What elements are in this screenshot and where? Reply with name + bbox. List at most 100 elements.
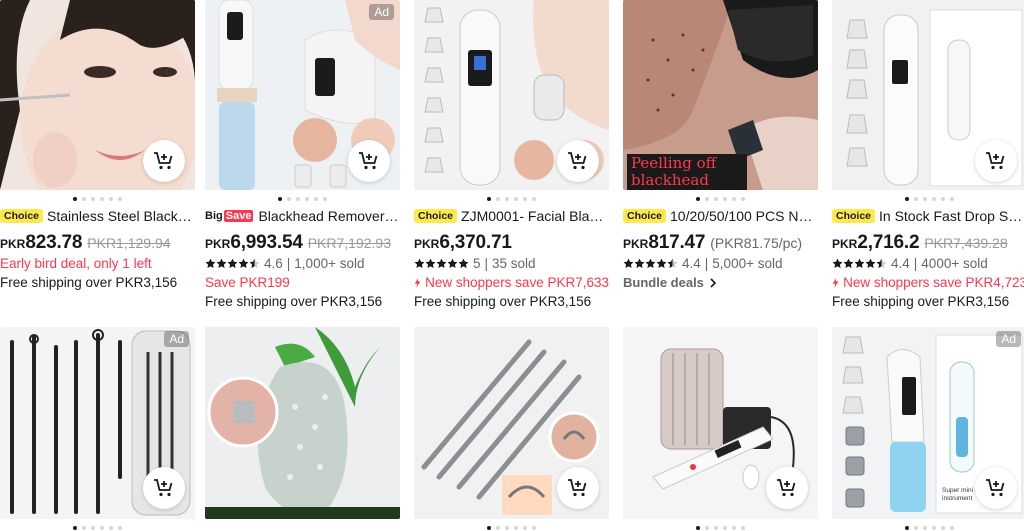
add-to-cart-button[interactable] bbox=[143, 140, 185, 182]
sold-count: 1,000+ sold bbox=[294, 256, 365, 271]
choice-badge: Choice bbox=[0, 209, 44, 223]
cart-plus-icon bbox=[986, 152, 1005, 170]
product-card[interactable]: Super mini bubble beauty instrument Ad bbox=[832, 327, 1024, 531]
image-carousel-dots[interactable] bbox=[832, 523, 1024, 531]
product-image[interactable] bbox=[623, 327, 818, 519]
star-icon bbox=[436, 258, 447, 269]
flame-icon bbox=[414, 277, 421, 288]
currency: PKR bbox=[205, 237, 231, 251]
choice-badge: Choice bbox=[832, 209, 876, 223]
star-icon bbox=[216, 258, 227, 269]
price-row: PKR 817.47 (PKR81.75/pc) bbox=[623, 232, 818, 254]
product-title-row[interactable]: Choice 10/20/50/100 PCS Nose Strips bbox=[623, 207, 818, 225]
ad-badge: Ad bbox=[164, 331, 189, 347]
star-half-icon bbox=[876, 258, 887, 269]
image-carousel-dots[interactable] bbox=[205, 194, 400, 204]
add-to-cart-button[interactable] bbox=[348, 140, 390, 182]
product-image[interactable]: Peelling off blackhead bbox=[623, 0, 818, 190]
product-image[interactable] bbox=[414, 0, 609, 190]
shipping-text: Free shipping over PKR3,156 bbox=[832, 294, 1010, 309]
product-image[interactable] bbox=[414, 327, 609, 519]
add-to-cart-button[interactable] bbox=[975, 140, 1017, 182]
product-card[interactable]: Ad BigSave Blackhead Remover Pore Vacuum… bbox=[205, 0, 400, 311]
product-title-row[interactable]: Choice In Stock Fast Drop Shipping Black… bbox=[832, 207, 1024, 225]
star-icon bbox=[854, 258, 865, 269]
product-card[interactable]: Choice Stainless Steel Blackhead Remover… bbox=[0, 0, 195, 292]
star-icon bbox=[634, 258, 645, 269]
product-card[interactable]: Choice ZJM0001- Facial Blackhead Remover… bbox=[414, 0, 609, 311]
product-card[interactable]: Ad bbox=[0, 327, 195, 531]
product-image[interactable]: Ad bbox=[205, 0, 400, 190]
cart-plus-icon bbox=[777, 479, 796, 497]
star-half-icon bbox=[667, 258, 678, 269]
image-overlay-text: Peelling off blackhead bbox=[631, 154, 717, 189]
star-icon bbox=[656, 258, 667, 269]
product-card[interactable]: Choice In Stock Fast Drop Shipping Black… bbox=[832, 0, 1024, 311]
product-image[interactable] bbox=[0, 0, 195, 190]
product-card[interactable] bbox=[205, 327, 400, 519]
star-rating bbox=[623, 258, 678, 269]
star-icon bbox=[205, 258, 216, 269]
product-card[interactable] bbox=[623, 327, 818, 531]
product-title-row[interactable]: Choice Stainless Steel Blackhead Remover… bbox=[0, 207, 195, 225]
product-image[interactable] bbox=[205, 327, 400, 519]
product-title[interactable]: Stainless Steel Blackhead Remover Needle bbox=[47, 208, 195, 224]
add-to-cart-button[interactable] bbox=[557, 467, 599, 509]
rating-row: 4.4 | 4000+ sold bbox=[832, 254, 1024, 273]
product-card[interactable] bbox=[414, 327, 609, 531]
price-row: PKR 6,370.71 bbox=[414, 232, 609, 254]
currency: PKR bbox=[832, 237, 858, 251]
shipping-text: Free shipping over PKR3,156 bbox=[0, 275, 178, 290]
image-carousel-dots[interactable] bbox=[414, 194, 609, 204]
product-image[interactable]: Ad bbox=[0, 327, 195, 519]
product-title[interactable]: ZJM0001- Facial Blackhead Remover bbox=[461, 208, 609, 224]
rating-value: 5 bbox=[473, 256, 481, 271]
add-to-cart-button[interactable] bbox=[975, 467, 1017, 509]
product-title-row[interactable]: BigSave Blackhead Remover Pore Vacuum bbox=[205, 207, 400, 225]
price-row: PKR 2,716.2 PKR7,439.28 bbox=[832, 232, 1024, 254]
image-carousel-dots[interactable] bbox=[623, 194, 818, 204]
product-card[interactable]: Peelling off blackhead Choice 10/20/50/1… bbox=[623, 0, 818, 292]
product-image[interactable] bbox=[832, 0, 1024, 190]
price: 6,993.54 bbox=[230, 232, 303, 253]
separator: | bbox=[704, 256, 709, 271]
product-title[interactable]: In Stock Fast Drop Shipping Blackhead bbox=[879, 208, 1024, 224]
product-image[interactable]: Super mini bubble beauty instrument Ad bbox=[832, 327, 1024, 519]
star-rating bbox=[832, 258, 887, 269]
product-title-row[interactable]: Choice ZJM0001- Facial Blackhead Remover bbox=[414, 207, 609, 225]
ad-badge: Ad bbox=[996, 331, 1021, 347]
flame-icon bbox=[832, 277, 839, 288]
add-to-cart-button[interactable] bbox=[766, 467, 808, 509]
image-carousel-dots[interactable] bbox=[623, 523, 818, 531]
separator: | bbox=[484, 256, 489, 271]
sold-count: 4000+ sold bbox=[921, 256, 988, 271]
add-to-cart-button[interactable] bbox=[557, 140, 599, 182]
star-icon bbox=[623, 258, 634, 269]
image-carousel-dots[interactable] bbox=[0, 194, 195, 204]
product-title[interactable]: Blackhead Remover Pore Vacuum bbox=[258, 208, 400, 224]
image-carousel-dots[interactable] bbox=[832, 194, 1024, 204]
product-title[interactable]: 10/20/50/100 PCS Nose Strips bbox=[670, 208, 818, 224]
shipping-text: Free shipping over PKR3,156 bbox=[414, 294, 592, 309]
sold-count: 35 sold bbox=[492, 256, 536, 271]
image-carousel-dots[interactable] bbox=[0, 523, 195, 531]
separator: | bbox=[913, 256, 918, 271]
add-to-cart-button[interactable] bbox=[143, 467, 185, 509]
original-price: PKR7,192.93 bbox=[307, 235, 391, 251]
star-icon bbox=[458, 258, 469, 269]
cart-plus-icon bbox=[154, 152, 173, 170]
rating-row: 4.4 | 5,000+ sold bbox=[623, 254, 818, 273]
bundle-deals-link[interactable]: Bundle deals bbox=[623, 273, 818, 292]
star-icon bbox=[447, 258, 458, 269]
price: 823.78 bbox=[25, 232, 83, 253]
star-rating bbox=[205, 258, 260, 269]
ad-badge: Ad bbox=[369, 4, 394, 20]
cart-plus-icon bbox=[568, 479, 587, 497]
original-price: PKR7,439.28 bbox=[924, 235, 1008, 251]
star-icon bbox=[865, 258, 876, 269]
cart-plus-icon bbox=[986, 479, 1005, 497]
image-carousel-dots[interactable] bbox=[414, 523, 609, 531]
price: 2,716.2 bbox=[857, 232, 920, 253]
big-save-badge: Big Save bbox=[205, 210, 254, 222]
price-row: PKR 823.78 PKR1,129.94 bbox=[0, 232, 195, 254]
